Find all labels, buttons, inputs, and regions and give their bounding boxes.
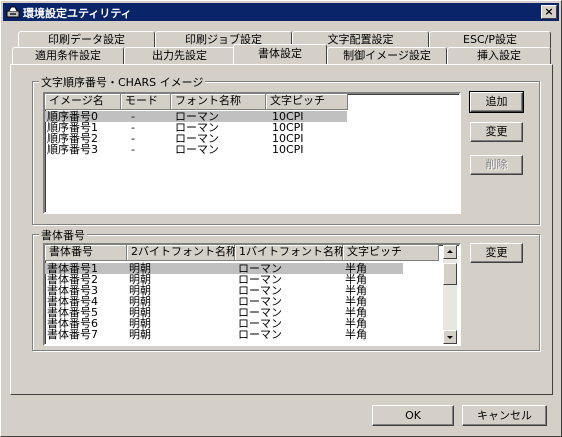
group-label: 文字順序番号・CHARS イメージ (39, 74, 206, 90)
close-icon: × (544, 5, 554, 18)
arrow-up-icon (447, 250, 453, 253)
chars-image-list[interactable]: イメージ名 モード フォント名称 文字ピッチ 順序番号0 - ローマン 10CP… (43, 92, 461, 214)
column-header[interactable]: イメージ名 (45, 94, 121, 110)
column-label: フォント名称 (175, 94, 241, 107)
column-header[interactable]: モード (121, 94, 171, 110)
cell: 明朝 (129, 328, 151, 341)
tab-label: 適用条件設定 (35, 49, 101, 62)
tab-output[interactable]: 出力先設定 (124, 47, 235, 64)
cell: ローマン (175, 143, 219, 156)
add-button[interactable]: 追加 (469, 91, 524, 113)
edit-button-label: 変更 (485, 125, 508, 138)
cancel-button-label: キャンセル (477, 409, 532, 422)
column-label: モード (125, 94, 158, 107)
tab-apply-condition[interactable]: 適用条件設定 (12, 47, 124, 64)
delete-button[interactable]: 削除 (470, 155, 523, 175)
font-number-list[interactable]: 書体番号 2バイトフォント名称 1バイトフォント名称 文字ピッチ 書体番号1 明… (43, 243, 461, 346)
scroll-up-button[interactable] (443, 245, 457, 259)
cell: 順序番号3 (47, 143, 98, 156)
cell: 10CPI (272, 143, 304, 156)
add-button-label: 追加 (485, 95, 508, 108)
tab-label: 文字配置設定 (327, 33, 394, 46)
column-label: 2バイトフォント名称 (131, 245, 237, 258)
close-button[interactable]: × (541, 5, 557, 19)
tab-insert[interactable]: 挿入設定 (447, 47, 551, 64)
scroll-down-button[interactable] (443, 330, 457, 344)
tab-panel: 文字順序番号・CHARS イメージ イメージ名 モード フォント名称 文字ピッチ… (10, 64, 553, 395)
column-label: 文字ピッチ (270, 94, 325, 107)
ok-button-label: OK (405, 409, 421, 422)
delete-button-label: 削除 (485, 158, 508, 171)
column-label: 1バイトフォント名称 (239, 245, 345, 258)
group-label: 書体番号 (39, 227, 87, 243)
column-header[interactable]: 書体番号 (45, 245, 127, 261)
arrow-down-icon (447, 336, 453, 339)
column-label: 書体番号 (49, 245, 93, 258)
cell: ローマン (238, 328, 282, 341)
chars-image-group: 文字順序番号・CHARS イメージ イメージ名 モード フォント名称 文字ピッチ… (32, 74, 540, 225)
tab-label: ESC/P設定 (463, 33, 517, 46)
tab-label: 印刷データ設定 (48, 33, 125, 46)
table-row[interactable]: 書体番号7 明朝 ローマン 半角 (45, 329, 403, 340)
font-edit-button-label: 変更 (485, 246, 508, 259)
tab-print-data[interactable]: 印刷データ設定 (18, 31, 155, 48)
tab-control-image[interactable]: 制御イメージ設定 (327, 47, 447, 64)
column-label: イメージ名 (49, 94, 104, 107)
font-edit-button[interactable]: 変更 (470, 243, 523, 263)
font-number-group: 書体番号 書体番号 2バイトフォント名称 1バイトフォント名称 文字ピッチ 書体… (32, 227, 540, 351)
title-bar: 環境設定ユティリティ × (3, 3, 559, 21)
cell: - (131, 143, 135, 156)
column-header[interactable]: 文字ピッチ (266, 94, 348, 110)
tab-font-settings[interactable]: 書体設定 (233, 44, 327, 64)
window: 環境設定ユティリティ × 印刷データ設定 印刷ジョブ設定 文字配置設定 ESC/… (0, 0, 562, 437)
column-header[interactable]: フォント名称 (171, 94, 266, 110)
cell: 半角 (345, 328, 367, 341)
tab-label: 出力先設定 (152, 49, 207, 62)
tab-label: 挿入設定 (477, 49, 521, 62)
column-header[interactable]: 2バイトフォント名称 (127, 245, 237, 261)
edit-button[interactable]: 変更 (470, 122, 523, 142)
cell: 書体番号7 (47, 328, 98, 341)
vertical-scrollbar[interactable] (443, 245, 457, 344)
column-header[interactable]: 1バイトフォント名称 (235, 245, 345, 261)
tab-label: 制御イメージ設定 (343, 49, 431, 62)
tab-escp[interactable]: ESC/P設定 (429, 31, 551, 48)
app-icon (6, 6, 20, 18)
list-item[interactable]: 順序番号3 - ローマン 10CPI (45, 144, 347, 155)
window-title: 環境設定ユティリティ (23, 7, 132, 20)
scroll-thumb[interactable] (443, 263, 457, 285)
column-header[interactable]: 文字ピッチ (343, 245, 439, 261)
column-label: 文字ピッチ (347, 245, 402, 258)
tab-label: 書体設定 (258, 47, 302, 60)
cancel-button[interactable]: キャンセル (462, 405, 547, 426)
ok-button[interactable]: OK (372, 405, 454, 426)
